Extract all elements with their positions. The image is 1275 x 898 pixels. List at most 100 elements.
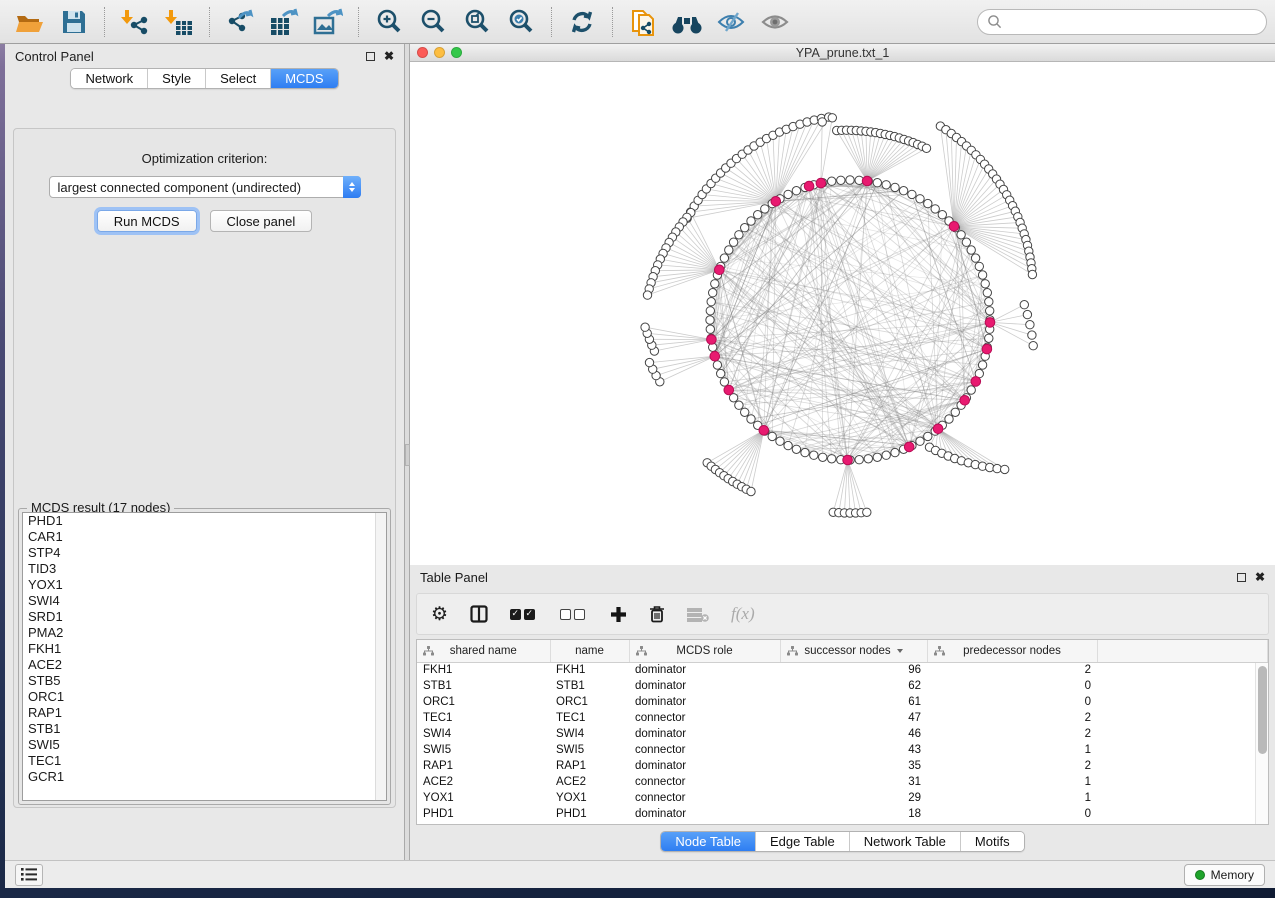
graph-node[interactable] [967, 246, 975, 254]
graph-node[interactable] [924, 432, 932, 440]
table-row[interactable]: SWI5SWI5connector431 [417, 742, 1268, 758]
graph-node[interactable] [1001, 465, 1009, 473]
table-tab-motifs[interactable]: Motifs [960, 832, 1024, 851]
result-node[interactable]: STB1 [23, 721, 386, 737]
graph-hub-node[interactable] [985, 318, 995, 328]
result-node[interactable]: SWI4 [23, 593, 386, 609]
graph-node[interactable] [747, 487, 755, 495]
graph-node[interactable] [993, 464, 1001, 472]
graph-node[interactable] [1026, 321, 1034, 329]
toggle-columns-icon[interactable] [470, 605, 488, 623]
graph-node[interactable] [706, 325, 714, 333]
graph-node[interactable] [768, 432, 776, 440]
graph-node[interactable] [978, 271, 986, 279]
result-node[interactable]: ACE2 [23, 657, 386, 673]
graph-node[interactable] [985, 298, 993, 306]
network-graph[interactable] [410, 62, 1275, 565]
graph-node[interactable] [945, 415, 953, 423]
table-row[interactable]: PHD1PHD1dominator180 [417, 806, 1268, 822]
table-row[interactable]: RAP1RAP1dominator352 [417, 758, 1268, 774]
export-network-button[interactable] [218, 4, 262, 40]
search-binoculars-button[interactable] [665, 4, 709, 40]
graph-node[interactable] [922, 144, 930, 152]
table-row[interactable]: STB1STB1dominator620 [417, 678, 1268, 694]
graph-node[interactable] [706, 307, 714, 315]
result-node[interactable]: ORC1 [23, 689, 386, 705]
graph-node[interactable] [986, 307, 994, 315]
graph-node[interactable] [983, 289, 991, 297]
result-node[interactable]: STP4 [23, 545, 386, 561]
graph-node[interactable] [725, 246, 733, 254]
result-node[interactable]: CAR1 [23, 529, 386, 545]
graph-node[interactable] [951, 408, 959, 416]
deselect-all-icon[interactable] [560, 609, 588, 620]
show-panels-button[interactable] [753, 4, 797, 40]
graph-node[interactable] [709, 289, 717, 297]
graph-hub-node[interactable] [904, 442, 914, 452]
table-row[interactable]: TEC1TEC1connector472 [417, 710, 1268, 726]
save-session-button[interactable] [52, 4, 96, 40]
table-tab-node-table[interactable]: Node Table [661, 832, 755, 851]
tab-mcds[interactable]: MCDS [270, 69, 337, 88]
column-header-successor-nodes[interactable]: successor nodes [780, 640, 927, 662]
export-image-button[interactable] [306, 4, 350, 40]
graph-node[interactable] [1028, 270, 1036, 278]
graph-node[interactable] [916, 195, 924, 203]
graph-node[interactable] [891, 183, 899, 191]
graph-node[interactable] [891, 448, 899, 456]
graph-node[interactable] [792, 187, 800, 195]
memory-button[interactable]: Memory [1184, 864, 1265, 886]
graph-node[interactable] [735, 401, 743, 409]
graph-node[interactable] [971, 254, 979, 262]
graph-node[interactable] [962, 238, 970, 246]
result-node[interactable]: PHD1 [23, 513, 386, 529]
graph-node[interactable] [810, 451, 818, 459]
graph-node[interactable] [855, 456, 863, 464]
graph-node[interactable] [882, 181, 890, 189]
graph-node[interactable] [978, 361, 986, 369]
graph-node[interactable] [641, 323, 649, 331]
graph-hub-node[interactable] [804, 181, 814, 191]
result-node[interactable]: PMA2 [23, 625, 386, 641]
export-table-button[interactable] [262, 4, 306, 40]
graph-node[interactable] [981, 280, 989, 288]
graph-hub-node[interactable] [710, 351, 720, 361]
graph-node[interactable] [754, 211, 762, 219]
graph-node[interactable] [784, 441, 792, 449]
delete-row-icon[interactable] [649, 605, 665, 623]
graph-hub-node[interactable] [771, 197, 781, 207]
zoom-out-button[interactable] [411, 4, 455, 40]
graph-node[interactable] [1023, 310, 1031, 318]
close-panel-icon[interactable]: ✖ [384, 50, 394, 62]
graph-node[interactable] [899, 187, 907, 195]
graph-node[interactable] [864, 455, 872, 463]
table-scrollbar[interactable] [1255, 663, 1268, 824]
tab-select[interactable]: Select [205, 69, 270, 88]
zoom-selected-button[interactable] [499, 4, 543, 40]
table-row[interactable]: YOX1YOX1connector291 [417, 790, 1268, 806]
column-header-shared-name[interactable]: shared name [417, 640, 550, 662]
graph-node[interactable] [711, 280, 719, 288]
graph-node[interactable] [908, 190, 916, 198]
graph-node[interactable] [985, 334, 993, 342]
table-row[interactable]: SWI4SWI4dominator462 [417, 726, 1268, 742]
run-mcds-button[interactable]: Run MCDS [97, 210, 197, 232]
tab-style[interactable]: Style [147, 69, 205, 88]
result-node[interactable]: TEC1 [23, 753, 386, 769]
result-node[interactable]: YOX1 [23, 577, 386, 593]
zoom-fit-button[interactable] [455, 4, 499, 40]
graph-node[interactable] [735, 231, 743, 239]
zoom-in-button[interactable] [367, 4, 411, 40]
graph-node[interactable] [967, 386, 975, 394]
graph-node[interactable] [828, 455, 836, 463]
graph-node[interactable] [846, 176, 854, 184]
search-input[interactable] [1002, 15, 1257, 29]
graph-node[interactable] [863, 508, 871, 516]
graph-node[interactable] [747, 217, 755, 225]
graph-node[interactable] [938, 211, 946, 219]
result-node[interactable]: SWI5 [23, 737, 386, 753]
graph-node[interactable] [837, 176, 845, 184]
table-tab-edge-table[interactable]: Edge Table [755, 832, 849, 851]
graph-node[interactable] [776, 437, 784, 445]
graph-node[interactable] [741, 224, 749, 232]
